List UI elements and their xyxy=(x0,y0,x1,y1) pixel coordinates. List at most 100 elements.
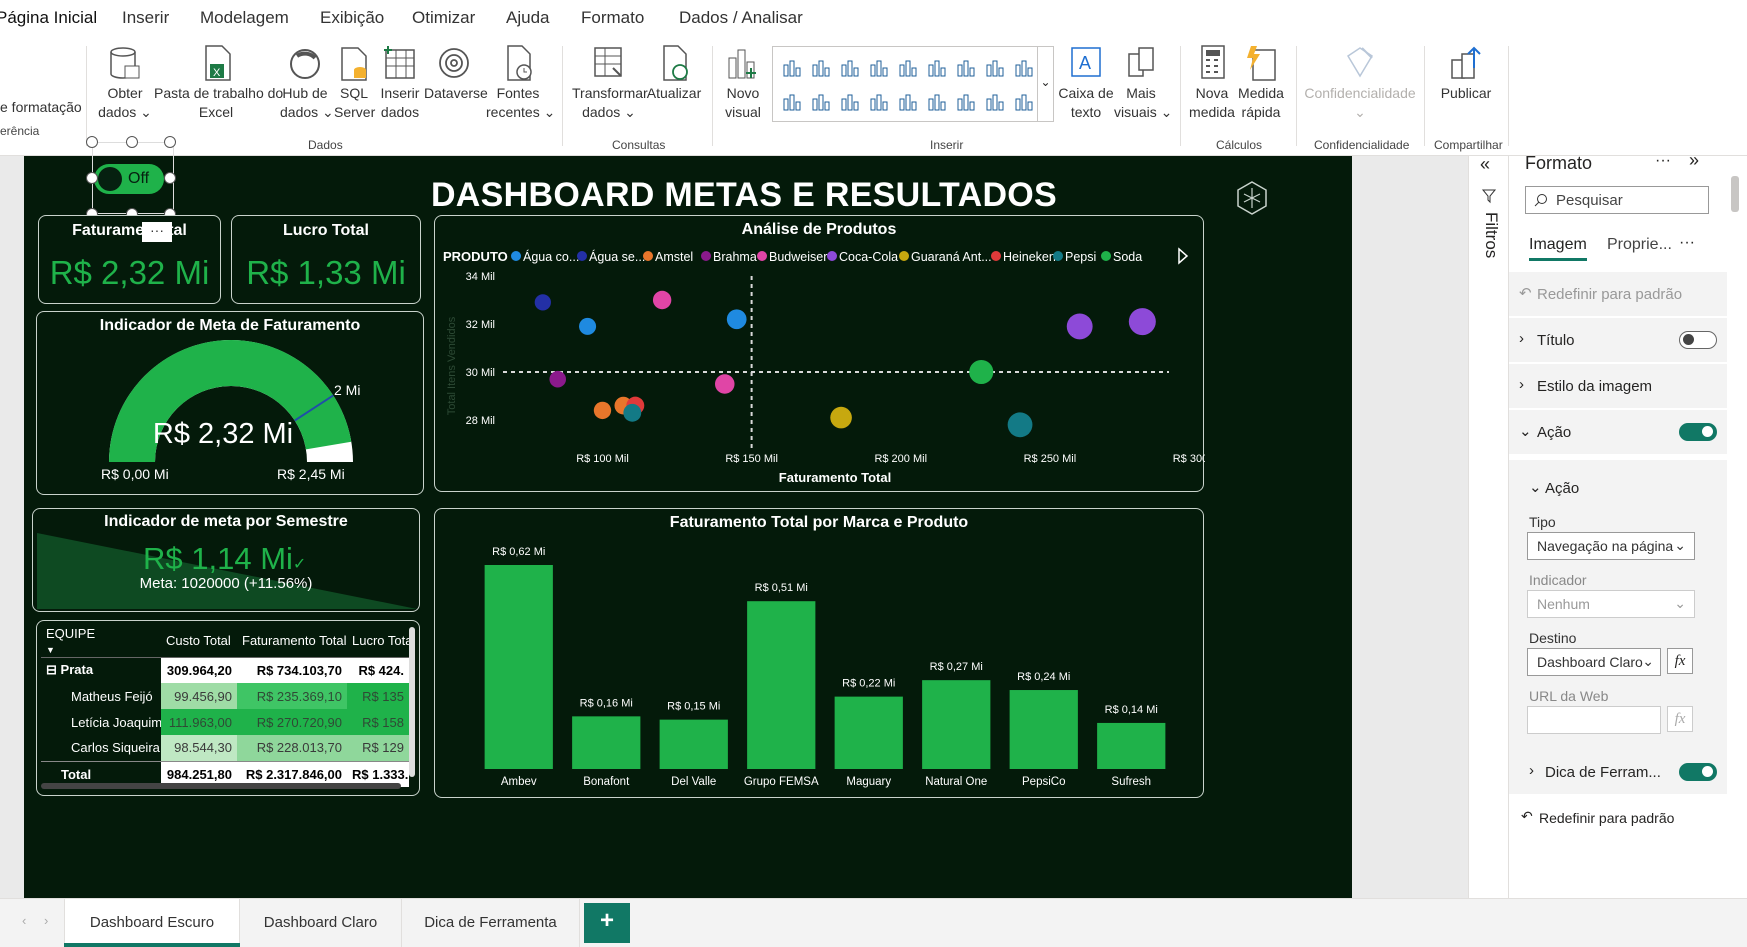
table-header[interactable]: EQUIPE ▼ xyxy=(41,625,161,658)
tab-modelagem[interactable]: Modelagem xyxy=(200,8,289,28)
area-chart-icon[interactable] xyxy=(984,57,1006,79)
destino-select[interactable]: Dashboard Claro ⌄ xyxy=(1527,648,1661,676)
off-toggle-image[interactable]: Off xyxy=(94,164,164,194)
gauge-card[interactable]: Indicador de Meta de Faturamento R$ 2,32… xyxy=(36,311,424,495)
expand-icon[interactable]: » xyxy=(1689,150,1699,171)
dica-toggle[interactable] xyxy=(1679,763,1717,781)
more-options-icon[interactable]: ··· xyxy=(142,222,172,242)
reset-default-button[interactable]: ↶ Redefinir para padrão xyxy=(1509,804,1727,834)
table-row[interactable]: Carlos Siqueira 98.544,30 R$ 228.013,70 … xyxy=(41,735,409,761)
waterfall-icon[interactable] xyxy=(1013,57,1035,79)
expand-icon[interactable]: ⊟ xyxy=(46,662,57,677)
tab-exibicao[interactable]: Exibição xyxy=(320,8,384,28)
section-estilo-imagem[interactable]: › Estilo da imagem xyxy=(1509,364,1727,408)
card-icon[interactable] xyxy=(926,91,948,113)
tab-formato[interactable]: Formato xyxy=(581,8,644,28)
table-header[interactable]: Faturamento Total xyxy=(237,625,347,658)
confidencialidade-button[interactable]: Confidencialidade ⌄ xyxy=(1302,44,1418,122)
section-titulo[interactable]: › Título xyxy=(1509,318,1727,362)
caixa-texto-button[interactable]: A Caixa de texto xyxy=(1058,44,1114,122)
acao-toggle[interactable] xyxy=(1679,423,1717,441)
stacked-bar-icon[interactable] xyxy=(781,57,803,79)
chevron-left-icon[interactable]: ‹ xyxy=(22,913,26,928)
resize-handle[interactable] xyxy=(164,136,176,148)
more-options-icon[interactable]: ··· xyxy=(1655,152,1671,170)
novo-visual-button[interactable]: Novo visual xyxy=(720,44,766,122)
stacked-column-icon[interactable] xyxy=(897,57,919,79)
donut-chart-icon[interactable] xyxy=(810,91,832,113)
bar-card[interactable]: Faturamento Total por Marca e Produto R$… xyxy=(434,508,1204,798)
map-icon[interactable] xyxy=(868,91,890,113)
page-tab-dashboard-claro[interactable]: Dashboard Claro xyxy=(240,899,402,947)
hub-dados-button[interactable]: Hub de dados ⌄ xyxy=(280,44,334,122)
clustered-column-icon[interactable] xyxy=(810,57,832,79)
table-row[interactable]: Letícia Joaquim 111.963,00 R$ 270.720,90… xyxy=(41,709,409,735)
horizontal-scrollbar[interactable] xyxy=(41,783,401,789)
atualizar-button[interactable]: Atualizar xyxy=(646,44,702,103)
fx-button[interactable]: fx xyxy=(1667,648,1693,674)
bar-chart-icon[interactable] xyxy=(839,57,861,79)
section-dica-ferramenta[interactable]: › Dica de Ferram... xyxy=(1509,750,1727,794)
sql-server-button[interactable]: SQL Server xyxy=(334,44,375,122)
search-input[interactable]: Pesquisar xyxy=(1525,186,1709,214)
fontes-recentes-button[interactable]: Fontes recentes ⌄ xyxy=(486,44,555,122)
table-row[interactable]: Matheus Feijó 99.456,90 R$ 235.369,10 R$… xyxy=(41,683,409,709)
resize-handle[interactable] xyxy=(86,172,98,184)
tab-inserir[interactable]: Inserir xyxy=(122,8,169,28)
excel-button[interactable]: X Pasta de trabalho do Excel xyxy=(154,44,283,122)
lucro-total-card[interactable]: Lucro Total R$ 1,33 Mi xyxy=(231,215,421,304)
resize-handle[interactable] xyxy=(126,136,138,148)
filters-label[interactable]: Filtros xyxy=(1477,212,1501,292)
table-header[interactable]: Custo Total xyxy=(161,625,237,658)
table-group-row[interactable]: ⊟ Prata 309.964,20 R$ 734.103,70 R$ 424. xyxy=(41,657,409,683)
chevron-right-icon[interactable]: › xyxy=(44,913,48,928)
obter-dados-button[interactable]: Obter dados ⌄ xyxy=(96,44,154,122)
tab-imagem[interactable]: Imagem xyxy=(1529,236,1587,254)
dataverse-button[interactable]: Dataverse xyxy=(424,44,488,103)
publicar-button[interactable]: Publicar xyxy=(1436,44,1496,103)
tab-pagina-inicial[interactable]: Página Inicial xyxy=(0,8,98,37)
tipo-select[interactable]: Navegação na página ⌄ xyxy=(1527,532,1695,560)
vertical-scrollbar[interactable] xyxy=(1731,176,1739,212)
semestre-kpi-card[interactable]: Indicador de meta por Semestre R$ 1,14 M… xyxy=(32,508,420,612)
gallery-expand-icon[interactable]: ⌄ xyxy=(1037,47,1053,121)
more-options-icon[interactable]: ··· xyxy=(1679,234,1695,252)
column-chart-icon[interactable] xyxy=(868,57,890,79)
visual-gallery[interactable]: ⌄ xyxy=(772,46,1054,122)
inserir-dados-button[interactable]: Inserir dados xyxy=(378,44,422,122)
equipe-table-card[interactable]: EQUIPE ▼ Custo Total Faturamento Total Lu… xyxy=(36,620,420,796)
scatter-card[interactable]: Análise de Produtos PRODUTO Água co... Águ… xyxy=(434,215,1205,492)
medida-rapida-button[interactable]: Medida rápida xyxy=(1236,44,1286,122)
tab-ajuda[interactable]: Ajuda xyxy=(506,8,549,28)
gauge-icon[interactable] xyxy=(897,91,919,113)
indicador-select[interactable]: Nenhum ⌄ xyxy=(1527,590,1695,618)
table-header[interactable]: Lucro Tota xyxy=(347,625,409,658)
titulo-toggle[interactable] xyxy=(1679,331,1717,349)
page-tab-dica-ferramenta[interactable]: Dica de Ferramenta xyxy=(402,899,580,947)
collapse-icon[interactable]: « xyxy=(1480,154,1490,175)
section-acao[interactable]: ⌄ Ação xyxy=(1509,410,1727,454)
resize-handle[interactable] xyxy=(164,172,176,184)
url-input[interactable] xyxy=(1527,706,1661,734)
filters-strip[interactable]: « Filtros xyxy=(1468,154,1508,898)
transformar-dados-button[interactable]: Transformar dados ⌄ xyxy=(572,44,648,122)
faturamento-total-card[interactable]: Faturamen otal R$ 2,32 Mi xyxy=(38,215,221,304)
reset-default-button[interactable]: ↶ Redefinir para padrão xyxy=(1509,272,1727,316)
ribbon-chart-icon[interactable] xyxy=(926,57,948,79)
page-tab-dashboard-escuro[interactable]: Dashboard Escuro xyxy=(64,899,240,947)
multi-row-card-icon[interactable] xyxy=(955,91,977,113)
line-chart-icon[interactable] xyxy=(955,57,977,79)
nova-medida-button[interactable]: Nova medida xyxy=(1188,44,1236,122)
sub-section-acao[interactable]: Ação xyxy=(1545,480,1579,497)
resize-handle[interactable] xyxy=(86,136,98,148)
add-page-button[interactable]: + xyxy=(584,903,630,943)
tab-dados-analisar[interactable]: Dados / Analisar xyxy=(679,8,803,28)
chevron-down-icon[interactable]: ⌄ xyxy=(1529,478,1542,496)
pie-chart-icon[interactable] xyxy=(781,91,803,113)
fx-button[interactable]: fx xyxy=(1667,706,1693,732)
table-icon[interactable] xyxy=(984,91,1006,113)
treemap-icon[interactable] xyxy=(839,91,861,113)
vertical-scrollbar[interactable] xyxy=(409,627,415,777)
matrix-icon[interactable] xyxy=(1013,91,1035,113)
tab-propriedades[interactable]: Proprie... xyxy=(1607,236,1672,254)
